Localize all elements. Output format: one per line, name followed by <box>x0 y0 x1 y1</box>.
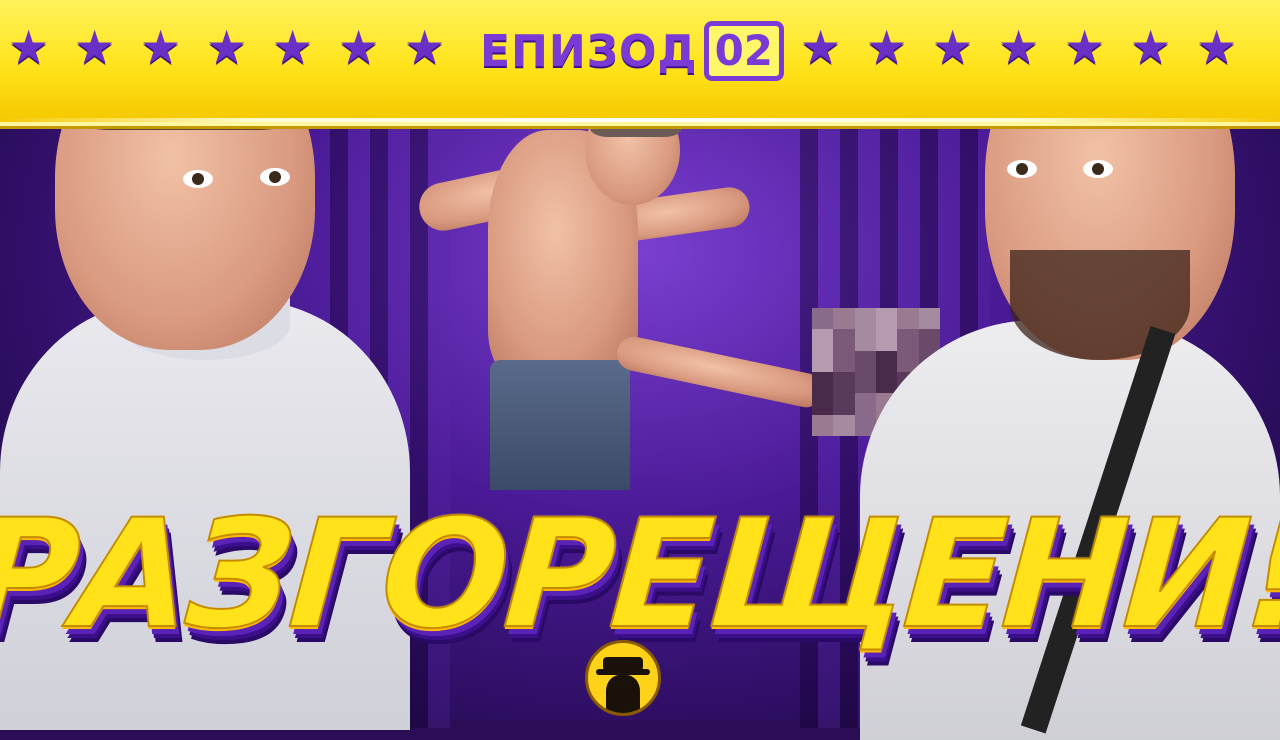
star-icon: ★ <box>338 20 380 74</box>
star-icon: ★ <box>206 20 248 74</box>
star-icon: ★ <box>1130 20 1172 74</box>
star-icon: ★ <box>272 20 314 74</box>
censor-pixel <box>833 393 855 415</box>
censor-pixel <box>833 350 855 372</box>
star-icon: ★ <box>998 20 1040 74</box>
censor-pixel <box>897 308 919 330</box>
censor-pixel <box>918 308 940 330</box>
censor-pixel <box>812 308 834 330</box>
censor-pixel <box>897 329 919 351</box>
censor-pixel <box>812 350 834 372</box>
censor-pixel <box>833 329 855 351</box>
censor-pixel <box>812 414 834 436</box>
left-host-eye-right <box>260 168 290 186</box>
censor-pixel <box>876 308 898 330</box>
censor-pixel <box>876 350 898 372</box>
right-host-eye-left <box>1007 160 1037 178</box>
episode-label: ЕПИЗОД 02 <box>480 18 785 84</box>
censor-pixel <box>854 393 876 415</box>
star-icon: ★ <box>1196 20 1238 74</box>
censor-pixel <box>876 329 898 351</box>
censor-pixel <box>812 372 834 394</box>
episode-word: ЕПИЗОД <box>480 25 698 77</box>
episode-banner: ★ ★ ★ ★ ★ ★ ★ ★ ★ ★ ★ ★ ★ ★ ЕПИЗОД 02 <box>0 0 1280 126</box>
censor-pixel <box>854 329 876 351</box>
star-icon: ★ <box>1064 20 1106 74</box>
star-icon: ★ <box>866 20 908 74</box>
censor-pixel <box>812 393 834 415</box>
censor-pixel <box>833 308 855 330</box>
episode-number: 02 <box>703 21 785 81</box>
censor-pixel <box>854 372 876 394</box>
right-host-eye-right <box>1083 160 1113 178</box>
man-in-hat-logo <box>585 640 661 716</box>
censor-pixel <box>854 308 876 330</box>
star-icon: ★ <box>404 20 446 74</box>
star-icon: ★ <box>140 20 182 74</box>
star-icon: ★ <box>74 20 116 74</box>
star-icon: ★ <box>932 20 974 74</box>
censor-pixel <box>833 414 855 436</box>
logo-figure-body <box>606 675 640 713</box>
censor-pixel <box>854 350 876 372</box>
star-icon: ★ <box>800 20 842 74</box>
banner-glow-line <box>0 118 1280 122</box>
censor-pixel <box>812 329 834 351</box>
censor-pixel <box>833 372 855 394</box>
left-host-eye-left <box>183 170 213 188</box>
star-icon: ★ <box>8 20 50 74</box>
censor-pixel <box>918 329 940 351</box>
